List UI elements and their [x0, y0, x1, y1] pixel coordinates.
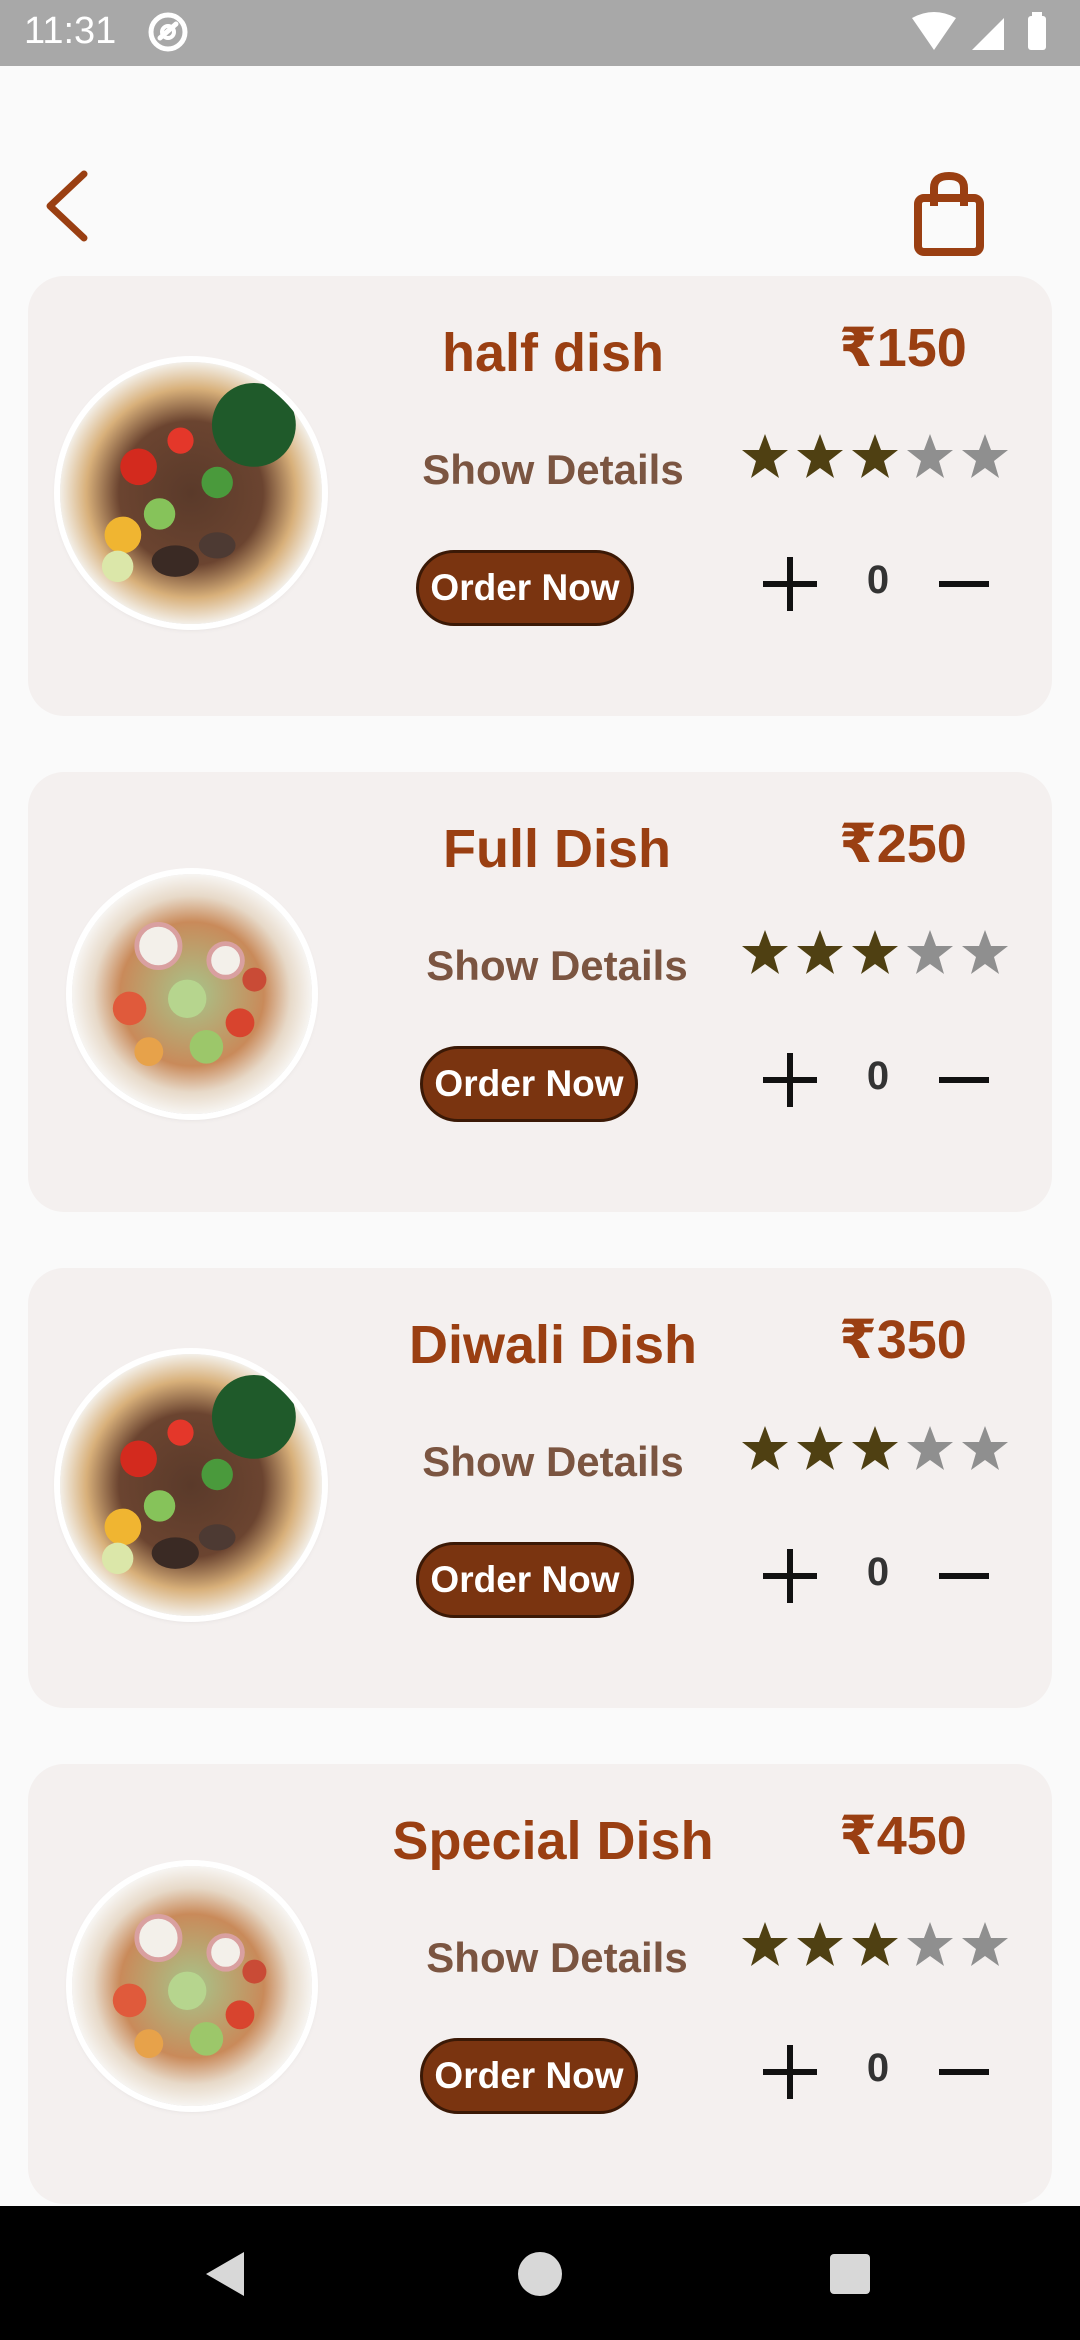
dish-name: Full Dish — [443, 819, 671, 879]
plus-icon — [763, 557, 817, 611]
square-recents-icon — [830, 2254, 870, 2294]
quantity-value: 0 — [866, 558, 890, 602]
star-filled-icon — [852, 930, 898, 974]
star-empty-icon — [962, 930, 1008, 974]
circle-home-icon — [518, 2252, 562, 2296]
order-now-button[interactable]: Order Now — [416, 1542, 634, 1618]
dish-card: half dish Show Details Order Now ₹150 0 — [28, 276, 1052, 716]
navigation-bar — [0, 2206, 1080, 2340]
dish-card: Diwali Dish Show Details Order Now ₹350 … — [28, 1268, 1052, 1708]
status-bar: 11:31 — [0, 0, 1080, 66]
star-filled-icon — [797, 930, 843, 974]
dish-card: Full Dish Show Details Order Now ₹250 0 — [28, 772, 1052, 1212]
increase-quantity-button[interactable] — [760, 2042, 820, 2102]
status-icons — [912, 12, 1046, 50]
order-now-button[interactable]: Order Now — [416, 550, 634, 626]
star-filled-icon — [742, 1426, 788, 1470]
triangle-back-icon — [206, 2252, 244, 2296]
star-empty-icon — [907, 1922, 953, 1966]
star-filled-icon — [742, 1922, 788, 1966]
decrease-quantity-button[interactable] — [934, 1546, 994, 1606]
star-filled-icon — [852, 1922, 898, 1966]
dish-card: Special Dish Show Details Order Now ₹450… — [28, 1764, 1052, 2204]
signal-icon — [972, 18, 1004, 50]
increase-quantity-button[interactable] — [760, 554, 820, 614]
increase-quantity-button[interactable] — [760, 1050, 820, 1110]
nav-back-button[interactable] — [196, 2244, 256, 2304]
dish-name: half dish — [441, 323, 664, 383]
dish-name: Diwali Dish — [408, 1315, 698, 1375]
plus-icon — [763, 2045, 817, 2099]
star-empty-icon — [962, 1922, 1008, 1966]
nav-recents-button[interactable] — [820, 2244, 880, 2304]
star-filled-icon — [852, 434, 898, 478]
star-filled-icon — [797, 434, 843, 478]
quantity-value: 0 — [866, 1550, 890, 1594]
dish-price: ₹450 — [839, 1806, 967, 1866]
status-time: 11:31 — [24, 10, 117, 52]
dish-name: Special Dish — [392, 1811, 714, 1871]
chevron-left-icon — [46, 170, 88, 242]
quantity-value: 0 — [866, 2046, 890, 2090]
decrease-quantity-button[interactable] — [934, 2042, 994, 2102]
show-details-link[interactable]: Show Details — [352, 942, 762, 990]
plus-icon — [763, 1549, 817, 1603]
rating-stars — [740, 928, 1030, 988]
dish-image — [60, 1354, 322, 1616]
order-now-button[interactable]: Order Now — [420, 2038, 638, 2114]
cart-button[interactable] — [912, 172, 986, 256]
dish-image — [60, 362, 322, 624]
plus-icon — [763, 1053, 817, 1107]
decrease-quantity-button[interactable] — [934, 1050, 994, 1110]
decrease-quantity-button[interactable] — [934, 554, 994, 614]
rating-stars — [740, 1424, 1030, 1484]
star-empty-icon — [962, 1426, 1008, 1470]
back-button[interactable] — [40, 168, 100, 244]
increase-quantity-button[interactable] — [760, 1546, 820, 1606]
star-empty-icon — [907, 930, 953, 974]
wifi-icon — [912, 12, 956, 50]
star-filled-icon — [797, 1922, 843, 1966]
rating-stars — [740, 432, 1030, 492]
dish-price: ₹250 — [839, 814, 967, 874]
star-empty-icon — [907, 1426, 953, 1470]
star-empty-icon — [907, 434, 953, 478]
battery-icon — [1028, 16, 1046, 50]
quantity-value: 0 — [866, 1054, 890, 1098]
order-now-button[interactable]: Order Now — [420, 1046, 638, 1122]
star-filled-icon — [742, 434, 788, 478]
dish-price: ₹150 — [839, 318, 967, 378]
dish-image — [72, 1866, 312, 2106]
rating-stars — [740, 1920, 1030, 1980]
dish-image — [72, 874, 312, 1114]
show-details-link[interactable]: Show Details — [352, 1934, 762, 1982]
show-details-link[interactable]: Show Details — [348, 1438, 758, 1486]
star-empty-icon — [962, 434, 1008, 478]
dish-price: ₹350 — [839, 1310, 967, 1370]
shopping-bag-icon — [914, 172, 984, 256]
show-details-link[interactable]: Show Details — [348, 446, 758, 494]
sync-icon — [148, 12, 188, 52]
star-filled-icon — [742, 930, 788, 974]
nav-home-button[interactable] — [510, 2244, 570, 2304]
star-filled-icon — [797, 1426, 843, 1470]
star-filled-icon — [852, 1426, 898, 1470]
